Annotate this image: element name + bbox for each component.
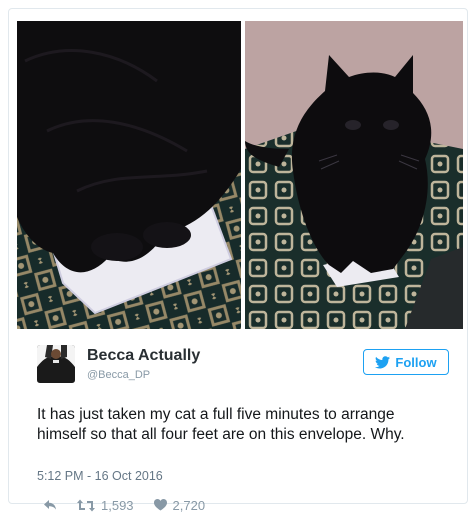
author-name[interactable]: Becca Actually: [87, 347, 200, 365]
like-button[interactable]: 2,720: [153, 497, 206, 513]
heart-icon: [153, 499, 167, 511]
tweet-author: Becca Actually @Becca_DP Follow: [37, 345, 457, 389]
tweet-text: It has just taken my cat a full five min…: [37, 406, 405, 443]
tweet-timestamp[interactable]: 5:12 PM - 16 Oct 2016: [37, 469, 163, 483]
follow-button[interactable]: Follow: [363, 349, 449, 375]
retweet-count: 1,593: [101, 497, 134, 513]
cat-photo-closeup[interactable]: [17, 21, 241, 329]
twitter-bird-icon: [375, 355, 391, 369]
follow-label: Follow: [395, 354, 437, 370]
tweet-actions: 1,593 2,720: [43, 496, 225, 514]
retweet-icon: [77, 499, 95, 512]
retweet-button[interactable]: 1,593: [77, 498, 134, 513]
cat-photo-full[interactable]: [245, 21, 463, 329]
reply-icon: [43, 499, 57, 511]
author-handle[interactable]: @Becca_DP: [87, 369, 150, 381]
reply-button[interactable]: [43, 499, 57, 511]
photo-grid: [17, 21, 463, 329]
avatar[interactable]: [37, 345, 75, 383]
like-count: 2,720: [172, 497, 206, 513]
tweet-card: Becca Actually @Becca_DP Follow It has j…: [8, 8, 468, 513]
